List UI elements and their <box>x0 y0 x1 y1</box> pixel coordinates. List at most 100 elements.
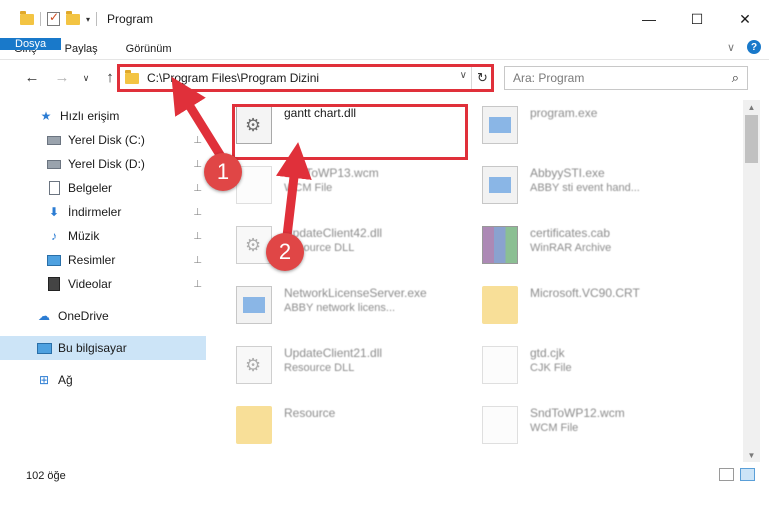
sidebar-item-label: İndirmeler <box>68 205 122 219</box>
new-folder-icon[interactable] <box>66 10 80 25</box>
status-bar: 102 öğe <box>0 462 769 505</box>
file-type: CJK File <box>530 362 572 374</box>
quick-access-toolbar: ▾ <box>0 10 98 26</box>
file-name: program.exe <box>530 106 598 120</box>
step-1-badge: 1 <box>204 153 242 191</box>
sidebar-item-label: Müzik <box>68 229 100 243</box>
sidebar-item-local-disk-c[interactable]: Yerel Disk (C:) ⊥ <box>0 128 208 152</box>
close-button[interactable]: ✕ <box>721 0 769 38</box>
tab-view[interactable]: Görünüm <box>112 38 186 59</box>
help-icon[interactable]: ? <box>747 40 761 54</box>
sidebar-item-label: Bu bilgisayar <box>58 341 127 355</box>
file-type: WCM File <box>530 422 579 434</box>
properties-icon[interactable] <box>47 10 60 26</box>
star-icon: ★ <box>40 109 52 123</box>
folder-icon <box>482 286 518 324</box>
file-name: NetworkLicenseServer.exe <box>284 286 427 300</box>
application-icon <box>482 106 518 144</box>
pin-icon[interactable]: ⊥ <box>193 279 202 290</box>
sidebar-item-downloads[interactable]: ⬇ İndirmeler ⊥ <box>0 200 208 224</box>
search-icon: ⌕ <box>731 70 739 85</box>
file-name: UpdateClient21.dll <box>284 346 383 360</box>
dll-file-icon <box>236 346 272 384</box>
pin-icon[interactable]: ⊥ <box>193 135 202 146</box>
file-name: gtd.cjk <box>530 346 565 360</box>
drive-icon <box>46 156 62 172</box>
file-name: SndToWP12.wcm <box>530 406 625 420</box>
application-icon <box>236 286 272 324</box>
pin-icon[interactable]: ⊥ <box>193 231 202 242</box>
maximize-button[interactable]: ☐ <box>673 0 721 38</box>
large-icons-view-icon[interactable] <box>740 468 755 481</box>
sidebar-item-network[interactable]: ⊞ Ağ <box>0 368 208 392</box>
sidebar-item-label: Hızlı erişim <box>60 109 120 123</box>
file-item[interactable]: program.exe <box>482 106 597 144</box>
file-item[interactable]: SndToWP13.wcm WCM File <box>236 166 379 204</box>
file-item[interactable]: AbbyySTI.exe ABBY sti event hand... <box>482 166 640 204</box>
tab-file[interactable]: Dosya <box>0 38 62 50</box>
sidebar-item-this-pc[interactable]: Bu bilgisayar <box>0 336 206 360</box>
file-item[interactable]: UpdateClient21.dll Resource DLL <box>236 346 382 384</box>
sidebar-item-label: Resimler <box>68 253 116 267</box>
videos-icon <box>46 276 62 292</box>
search-input[interactable]: Ara: Program ⌕ <box>504 66 748 90</box>
scroll-thumb[interactable] <box>745 115 758 163</box>
sidebar-item-label: Yerel Disk (C:) <box>68 133 145 147</box>
item-count: 102 öğe <box>26 470 66 482</box>
sidebar-item-label: OneDrive <box>58 309 109 323</box>
file-type: ABBY sti event hand... <box>530 182 640 194</box>
computer-icon <box>36 340 52 356</box>
details-view-icon[interactable] <box>719 468 734 481</box>
back-button[interactable]: ← <box>20 69 44 86</box>
pin-icon[interactable]: ⊥ <box>193 255 202 266</box>
network-icon: ⊞ <box>38 373 50 387</box>
folder-icon <box>236 406 272 444</box>
file-name: certificates.cab <box>530 226 611 240</box>
address-highlight-box <box>117 64 494 92</box>
file-item[interactable]: Resource <box>236 406 335 444</box>
file-icon <box>482 346 518 384</box>
sidebar-item-label: Videolar <box>68 277 112 291</box>
file-icon <box>482 406 518 444</box>
pictures-icon <box>46 252 62 268</box>
music-icon: ♪ <box>51 229 57 243</box>
sidebar-item-quick-access[interactable]: ★ Hızlı erişim <box>0 104 208 128</box>
sidebar-item-documents[interactable]: Belgeler ⊥ <box>0 176 208 200</box>
recent-locations-button[interactable]: ∨ <box>80 69 92 86</box>
forward-button[interactable]: → <box>50 69 74 86</box>
file-item[interactable]: NetworkLicenseServer.exe ABBY network li… <box>236 286 427 324</box>
file-item[interactable]: UpdateClient42.dll Resource DLL <box>236 226 382 264</box>
documents-icon <box>46 180 62 196</box>
sidebar-item-pictures[interactable]: Resimler ⊥ <box>0 248 208 272</box>
drive-icon <box>46 132 62 148</box>
ribbon: Dosya Giriş Paylaş Görünüm ∨ ? <box>0 38 769 60</box>
file-name: AbbyySTI.exe <box>530 166 605 180</box>
sidebar-item-music[interactable]: ♪ Müzik ⊥ <box>0 224 208 248</box>
file-item[interactable]: Microsoft.VC90.CRT <box>482 286 640 324</box>
vertical-scrollbar[interactable]: ▲ ▼ <box>743 100 760 462</box>
file-type: WCM File <box>284 182 333 194</box>
application-icon <box>482 166 518 204</box>
sidebar-item-onedrive[interactable]: ☁ OneDrive <box>0 304 208 328</box>
file-name: Microsoft.VC90.CRT <box>530 286 640 300</box>
scroll-up-icon[interactable]: ▲ <box>743 100 760 114</box>
file-highlight-box <box>232 104 468 160</box>
pin-icon[interactable]: ⊥ <box>193 159 202 170</box>
customize-toolbar-icon[interactable]: ▾ <box>86 15 90 24</box>
file-item[interactable]: certificates.cab WinRAR Archive <box>482 226 611 264</box>
pin-icon[interactable]: ⊥ <box>193 207 202 218</box>
divider <box>40 12 41 26</box>
scroll-down-icon[interactable]: ▼ <box>743 448 760 462</box>
folder-icon <box>20 10 34 25</box>
archive-icon <box>482 226 518 264</box>
file-item[interactable]: SndToWP12.wcm WCM File <box>482 406 625 444</box>
downloads-icon: ⬇ <box>48 205 60 219</box>
file-type: WinRAR Archive <box>530 242 612 254</box>
sidebar-item-local-disk-d[interactable]: Yerel Disk (D:) ⊥ <box>0 152 208 176</box>
minimize-button[interactable]: — <box>625 0 673 38</box>
sidebar-item-videos[interactable]: Videolar ⊥ <box>0 272 208 296</box>
expand-ribbon-icon[interactable]: ∨ <box>727 41 735 54</box>
pin-icon[interactable]: ⊥ <box>193 183 202 194</box>
file-item[interactable]: gtd.cjk CJK File <box>482 346 572 384</box>
window-title: Program <box>107 12 154 26</box>
